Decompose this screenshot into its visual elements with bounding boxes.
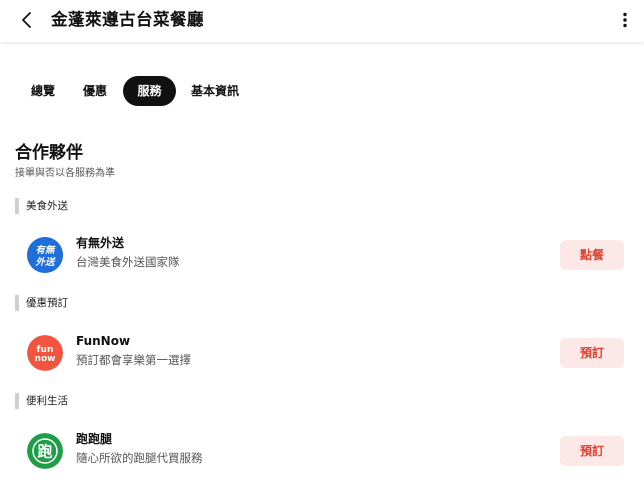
page-title: 金蓬萊遵古台菜餐廳 — [51, 10, 204, 29]
tab-overview[interactable]: 總覽 — [18, 76, 68, 106]
funnow-logo-icon: fun now — [27, 335, 63, 371]
youwu-logo-text-1: 有無 — [35, 244, 56, 256]
youwu-logo-icon: 有無 外送 — [27, 237, 63, 273]
tab-services[interactable]: 服務 — [123, 76, 176, 106]
chevron-left-icon — [22, 12, 31, 28]
partner-card-funnow: fun now FunNow 預訂都會享樂第一選擇 預訂 — [0, 325, 644, 381]
partner-description: 隨心所欲的跑腿代買服務 — [76, 451, 203, 465]
group-label-convenient-living: 便利生活 — [15, 393, 68, 409]
back-button[interactable] — [17, 9, 37, 31]
partner-name: 有無外送 — [76, 236, 125, 250]
more-options-button[interactable] — [616, 9, 634, 31]
group-label-discount-booking: 優惠預訂 — [15, 295, 68, 311]
tab-offers[interactable]: 優惠 — [71, 76, 119, 106]
partner-name: 跑跑腿 — [76, 432, 113, 446]
section-subtitle: 接單與否以各服務為準 — [15, 168, 115, 179]
paopaotui-logo-text: 跑 — [37, 443, 52, 461]
partner-description: 台灣美食外送國家隊 — [76, 255, 180, 269]
funnow-logo-text-2: now — [35, 354, 56, 364]
partner-description: 預訂都會享樂第一選擇 — [76, 353, 191, 367]
tab-basic-info[interactable]: 基本資訊 — [182, 76, 248, 106]
partner-card-paopaotui: 跑 跑跑腿 隨心所欲的跑腿代買服務 預訂 — [0, 423, 644, 479]
partner-card-youwu: 有無 外送 有無外送 台灣美食外送國家隊 點餐 — [0, 227, 644, 283]
top-bar: 金蓬萊遵古台菜餐廳 — [0, 0, 644, 42]
tab-bar: 總覽 優惠 服務 基本資訊 — [0, 76, 644, 106]
group-label-food-delivery: 美食外送 — [15, 198, 68, 214]
paopaotui-logo-icon: 跑 — [27, 433, 63, 469]
more-vertical-icon — [623, 12, 627, 28]
order-button[interactable]: 點餐 — [560, 240, 624, 270]
book-button[interactable]: 預訂 — [560, 338, 624, 368]
section-title: 合作夥伴 — [15, 143, 83, 163]
partner-name: FunNow — [76, 334, 131, 348]
book-button[interactable]: 預訂 — [560, 436, 624, 466]
youwu-logo-text-2: 外送 — [34, 256, 56, 268]
